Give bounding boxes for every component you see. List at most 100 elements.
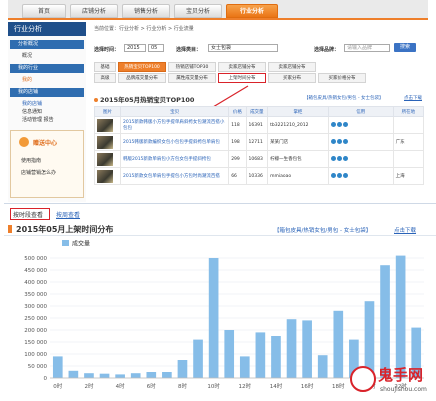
download-link[interactable]: 点击下载 — [404, 95, 422, 101]
top-tab-home[interactable]: 首页 — [22, 4, 66, 18]
service-link-guide[interactable]: 使用指南 — [21, 157, 41, 164]
sidebar-section-overview[interactable]: 分析概况 — [10, 40, 84, 49]
row-label-advanced: 高级 — [94, 73, 116, 83]
chart-bar — [286, 319, 297, 378]
subtab-top100[interactable]: 热销宝贝TOP100 — [118, 62, 166, 72]
y-tick-label: 100 000 — [24, 352, 47, 358]
chart-header-title: 2015年05月上架时间分布 — [16, 225, 114, 234]
seller-cell[interactable]: mmiaoao — [267, 167, 329, 185]
subtab-shop-dist[interactable]: 卖家店铺分布 — [218, 62, 266, 72]
sidebar-item-overview[interactable]: 概况 — [22, 52, 32, 59]
service-link-marketing[interactable]: 店铺营销怎么办 — [21, 169, 56, 176]
chart-bar — [224, 330, 235, 378]
col-item: 宝贝 — [119, 106, 230, 117]
watermark-text: 鬼手网 — [378, 366, 424, 384]
table-row[interactable]: 2015新款女包单肩包手提包小方包时尚潮流百搭 66 10336 mmiaoao… — [94, 167, 425, 185]
top-tab-item[interactable]: 宝贝分析 — [174, 4, 222, 18]
diamond-icon — [336, 138, 342, 144]
table-row[interactable]: 韩版2015新款单肩包小方包女包手提斜挎包 299 10683 柠檬一生香包包 — [94, 150, 425, 168]
sidebar-item-notice[interactable]: 信息通知 — [22, 108, 42, 115]
product-thumbnail[interactable] — [97, 118, 113, 132]
diamond-icon — [342, 121, 348, 127]
brand-input[interactable]: 请输入品牌 — [344, 44, 390, 52]
sidebar-item-activity[interactable]: 活动管理 报告 — [22, 116, 54, 123]
chart-bar — [84, 373, 94, 378]
tab-by-period[interactable]: 按时段查看 — [13, 210, 43, 219]
product-title[interactable]: 2015新款韩版小方包手提单肩斜挎女包潮流百搭小包包 — [119, 116, 230, 134]
subtab-brand[interactable]: 品牌成交量分布 — [118, 73, 166, 83]
service-icon — [19, 137, 29, 147]
y-tick-label: 50 000 — [28, 364, 48, 370]
watermark-icon — [350, 366, 376, 392]
chart-bar — [302, 320, 312, 378]
sidebar-header: 行业分析 — [8, 22, 86, 36]
chart-bar — [52, 356, 63, 378]
subtab-attr[interactable]: 属性成交量分布 — [168, 73, 216, 83]
sales-cell: 10683 — [245, 150, 269, 168]
product-thumbnail[interactable] — [97, 152, 113, 166]
watermark-logo: 鬼手网 shoujishou.com — [350, 364, 432, 398]
product-title[interactable]: 2015新款女包单肩包手提包小方包时尚潮流百搭 — [119, 167, 230, 185]
subtab-listing-time[interactable]: 上架时间分布 — [218, 73, 266, 83]
category-select[interactable]: 女士包袋 — [208, 44, 278, 52]
sidebar-section-industry[interactable]: 我的行业 — [10, 64, 84, 73]
x-tick-label: 10时 — [207, 382, 220, 390]
col-seller: 掌柜 — [267, 106, 329, 117]
seller-cell[interactable]: 某某门店 — [267, 133, 329, 151]
product-title[interactable]: 韩版2015新款单肩包小方包女包手提斜挎包 — [119, 150, 230, 168]
diamond-icon — [342, 172, 348, 178]
diamond-icon — [336, 121, 342, 127]
subtab-buyer-price[interactable]: 买家价格分布 — [318, 73, 366, 83]
seller-cell[interactable]: 柠檬一生香包包 — [267, 150, 329, 168]
product-thumbnail[interactable] — [97, 169, 113, 183]
row-label-basic: 基础 — [94, 62, 116, 72]
diamond-icon — [342, 138, 348, 144]
credit-cell — [327, 167, 394, 185]
chart-bar — [99, 373, 110, 378]
price-cell: 118 — [228, 116, 247, 134]
product-thumbnail[interactable] — [97, 135, 113, 149]
service-title: 赠送中心 — [33, 140, 58, 147]
col-location: 所在地 — [392, 106, 425, 117]
top-tab-sales[interactable]: 销售分析 — [122, 4, 170, 18]
top100-table: 图片 宝贝 价格 成交量 掌柜 信用 所在地 2015新款韩版小方包手提单肩斜挎… — [94, 106, 425, 185]
y-tick-label: 0 — [44, 376, 48, 382]
tab-by-week[interactable]: 按周查看 — [56, 210, 80, 219]
chart-download-link[interactable]: 点击下载 — [394, 226, 416, 234]
sidebar: 行业分析 分析概况 概况 我的行业 我的 我的店铺 我的店铺 信息通知 活动管理… — [8, 22, 86, 202]
chart-category-links: 【箱包皮具/热销女包/男包 - 女士包袋】 — [274, 228, 372, 234]
chart-bar — [146, 372, 157, 378]
subtab-top30[interactable]: 热销店铺TOP30 — [168, 62, 216, 72]
chart-bar — [68, 370, 79, 378]
sidebar-item-mine[interactable]: 我的 — [22, 76, 32, 83]
bullet-icon — [94, 98, 98, 102]
main-panel: 当前位置：行业分析 > 行业分析 > 行业流量 选择时间： 2015 05 选择… — [90, 22, 428, 202]
x-tick-label: 12时 — [239, 382, 252, 390]
price-cell: 66 — [228, 167, 247, 185]
col-sales[interactable]: 成交量 — [245, 106, 269, 117]
sidebar-section-shop[interactable]: 我的店铺 — [10, 88, 84, 97]
table-row[interactable]: 2015新款韩版小方包手提单肩斜挎女包潮流百搭小包包 118 16391 tb3… — [94, 116, 425, 134]
col-price[interactable]: 价格 — [228, 106, 247, 117]
diamond-icon — [336, 172, 342, 178]
col-image: 图片 — [94, 106, 121, 117]
chart-bar — [395, 255, 406, 378]
location-cell — [392, 116, 425, 134]
sidebar-item-shop[interactable]: 我的店铺 — [22, 100, 42, 107]
subtab-buyer[interactable]: 买家分布 — [268, 73, 316, 83]
subtab-shop-dist-2[interactable]: 卖家店铺分布 — [268, 62, 316, 72]
search-button[interactable]: 搜索 — [394, 43, 416, 52]
product-title[interactable]: 2015韩版新款编织女包小包包手提斜挎包单肩包 — [119, 133, 230, 151]
top-tab-shop[interactable]: 店铺分析 — [70, 4, 118, 18]
x-tick-label: 6时 — [147, 382, 156, 390]
diamond-icon — [342, 155, 348, 161]
table-row[interactable]: 2015韩版新款编织女包小包包手提斜挎包单肩包 198 12711 某某门店 广… — [94, 133, 425, 151]
year-select[interactable]: 2015 — [124, 44, 146, 52]
month-select[interactable]: 05 — [148, 44, 164, 52]
seller-cell[interactable]: tb3221210_2012 — [267, 116, 329, 134]
chart-bar — [239, 356, 250, 378]
price-cell: 299 — [228, 150, 247, 168]
diamond-icon — [330, 121, 336, 127]
legend-swatch — [62, 240, 69, 246]
top-tab-industry[interactable]: 行业分析 — [226, 4, 278, 18]
